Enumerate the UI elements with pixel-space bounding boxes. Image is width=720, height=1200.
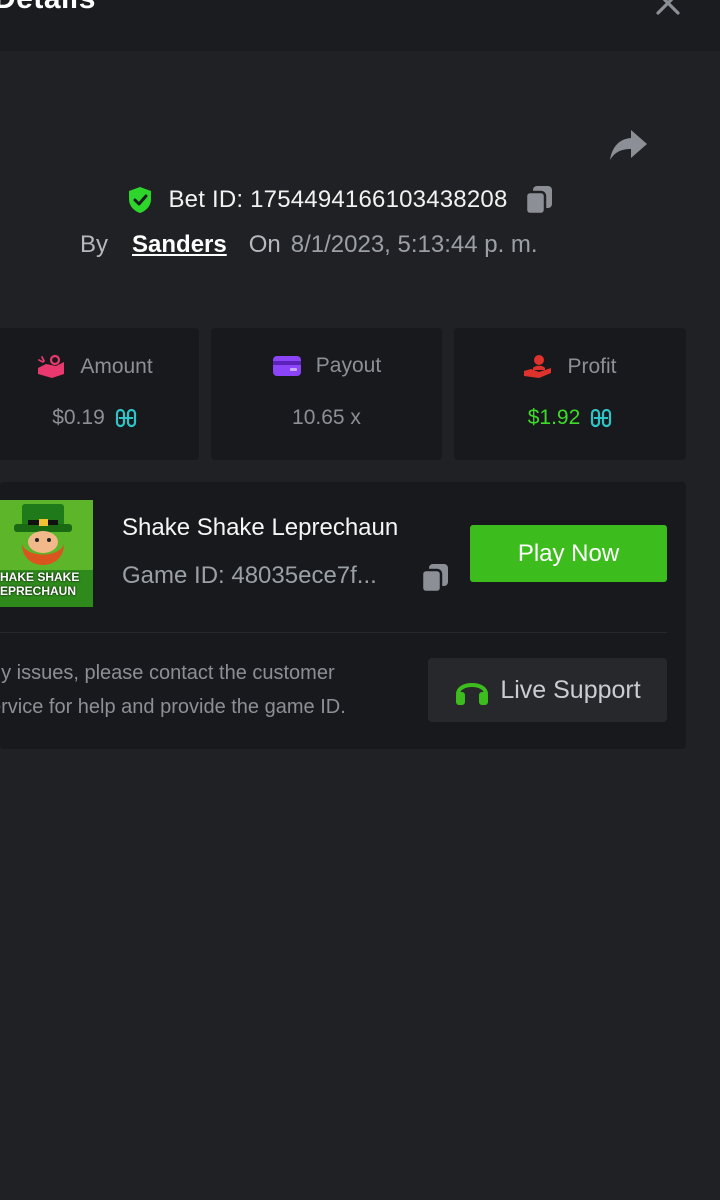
copy-game-id-icon[interactable] [420, 562, 450, 594]
profit-label: Profit [567, 355, 617, 378]
card-icon [272, 356, 301, 376]
profit-value: $1.92 [527, 406, 581, 429]
payout-label: Payout [315, 354, 382, 377]
money-hand-icon [38, 354, 65, 378]
shield-check-icon [129, 187, 152, 213]
payout-card: Payout 10.65 x [211, 328, 442, 460]
support-help-text: ny issues, please contact the customer e… [0, 662, 346, 718]
payout-value: 10.65 x [292, 406, 361, 429]
game-panel: HAKE SHAKE EPRECHAUN Shake Shake Leprech… [0, 482, 686, 749]
by-label: By [80, 231, 109, 258]
bet-meta-row: By Sanders On 8/1/2023, 5:13:44 p. m. [80, 228, 538, 262]
amount-card: Amount $0.19 [0, 328, 199, 460]
share-button[interactable] [606, 125, 650, 165]
close-icon [656, 0, 680, 15]
game-thumbnail[interactable]: HAKE SHAKE EPRECHAUN [0, 500, 93, 607]
page-title: Details [0, 0, 96, 16]
amount-label: Amount [80, 355, 153, 378]
live-support-label: Live Support [500, 675, 641, 704]
coin-icon [115, 408, 136, 428]
bet-timestamp: 8/1/2023, 5:13:44 p. m. [290, 231, 538, 258]
profit-card: Profit $1.92 [454, 328, 686, 460]
copy-bet-id-icon[interactable] [524, 184, 554, 216]
game-id: Game ID: 48035ece7f... [122, 562, 377, 589]
author-link[interactable]: Sanders [132, 231, 227, 259]
play-now-button[interactable]: Play Now [470, 525, 667, 582]
game-name: Shake Shake Leprechaun [122, 514, 399, 541]
close-button[interactable] [648, 0, 688, 18]
divider [0, 632, 667, 633]
modal-header: Details [0, 0, 720, 51]
bet-id: Bet ID: 1754494166103438208 [168, 186, 508, 213]
share-icon [610, 130, 647, 160]
amount-value: $0.19 [52, 406, 105, 429]
on-label: On [248, 231, 281, 258]
user-hand-icon [524, 355, 552, 378]
coin-icon [591, 408, 612, 428]
thumbnail-title: HAKE SHAKE EPRECHAUN [0, 570, 80, 598]
live-support-button[interactable]: Live Support [428, 658, 667, 722]
headphones-icon [456, 683, 489, 705]
bet-id-row: Bet ID: 1754494166103438208 [0, 180, 720, 220]
